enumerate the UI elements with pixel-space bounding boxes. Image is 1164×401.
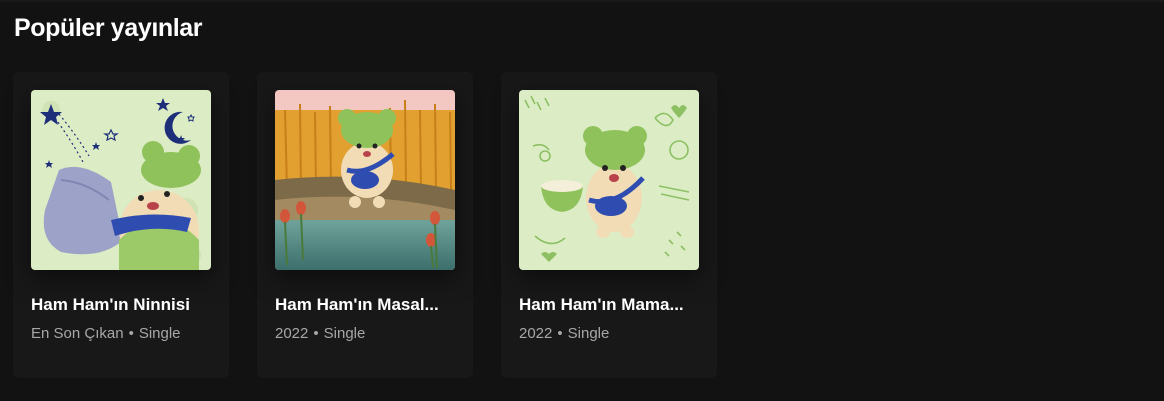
- release-year: 2022: [275, 325, 309, 342]
- release-year: 2022: [519, 325, 553, 342]
- meta-separator: •: [557, 325, 563, 342]
- meta-separator: •: [128, 325, 134, 342]
- release-type: Single: [567, 325, 610, 342]
- wheat-field-cover-art: [275, 90, 455, 270]
- release-list: Ham Ham'ın Ninnisi En Son Çıkan•Single: [13, 72, 717, 378]
- release-title[interactable]: Ham Ham'ın Mama...: [519, 295, 701, 315]
- meta-separator: •: [313, 325, 319, 342]
- release-meta: 2022 • Single: [519, 325, 701, 342]
- night-pillow-cover-art: [31, 90, 211, 270]
- release-card[interactable]: Ham Ham'ın Masal... 2022 • Single: [257, 72, 473, 378]
- release-type: Single: [138, 325, 181, 342]
- release-type: Single: [323, 325, 366, 342]
- food-bowl-cover-art: [519, 90, 699, 270]
- album-cover[interactable]: [275, 90, 455, 270]
- release-title[interactable]: Ham Ham'ın Masal...: [275, 295, 457, 315]
- release-card[interactable]: Ham Ham'ın Ninnisi En Son Çıkan • Single: [13, 72, 229, 378]
- album-cover[interactable]: [519, 90, 699, 270]
- section-title: Popüler yayınlar: [14, 14, 203, 42]
- album-cover[interactable]: [31, 90, 211, 270]
- release-meta-left: En Son Çıkan: [31, 325, 124, 342]
- release-title[interactable]: Ham Ham'ın Ninnisi: [31, 295, 213, 315]
- release-card[interactable]: Ham Ham'ın Mama... 2022 • Single: [501, 72, 717, 378]
- release-meta: 2022 • Single: [275, 325, 457, 342]
- top-strip: [0, 0, 1164, 2]
- release-meta: En Son Çıkan • Single: [31, 325, 213, 342]
